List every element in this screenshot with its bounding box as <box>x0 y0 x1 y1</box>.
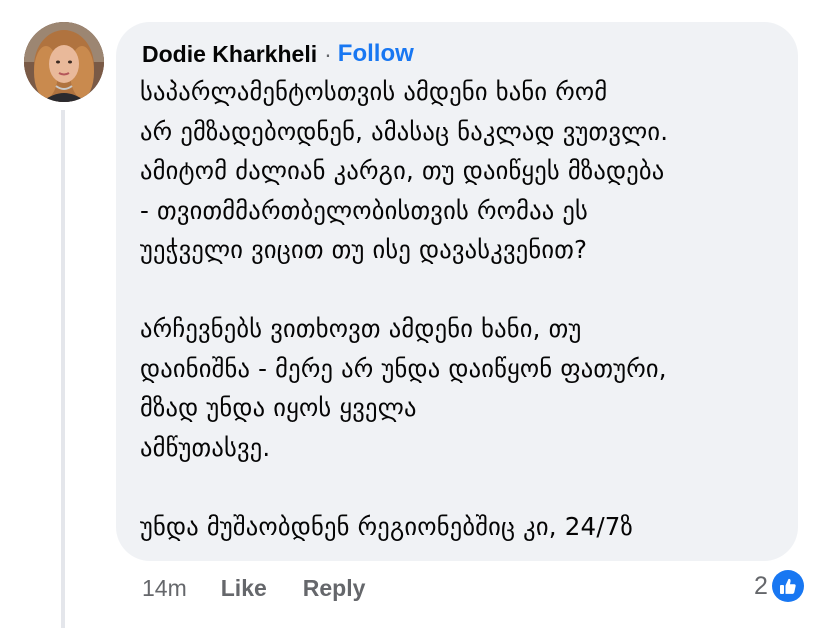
comment-line: დაინიშნა - მერე არ უნდა დაიწყონ ფათური, <box>140 353 667 383</box>
reaction-count: 2 <box>754 571 768 600</box>
like-thumb-icon <box>771 570 804 602</box>
comment-line: არ ემზადებოდნენ, ამასაც ნაკლად ვუთვლი. <box>140 116 669 146</box>
comment-line: უეჭველი ვიცით თუ ისე დავასკვენით? <box>140 235 588 264</box>
avatar[interactable] <box>24 22 104 102</box>
comment-line: არჩევნებს ვითხოვთ ამდენი ხანი, თუ <box>140 314 582 343</box>
comment-line: მზად უნდა იყოს ყველა <box>140 393 417 422</box>
comment-timestamp[interactable]: 14m <box>142 575 187 602</box>
comment-actions: 14m Like Reply <box>142 572 365 604</box>
comment-body: საპარლამენტოსთვის ამდენი ხანი რომ არ ემზ… <box>140 72 790 546</box>
comment-line: ამწუთასვე. <box>140 432 271 462</box>
reply-button[interactable]: Reply <box>303 575 366 602</box>
author-name[interactable]: Dodie Kharkheli <box>142 41 317 68</box>
avatar-photo <box>24 22 104 102</box>
header-separator: · <box>324 40 332 67</box>
comment-line: საპარლამენტოსთვის ამდენი ხანი რომ <box>140 77 608 106</box>
comment-header: Dodie Kharkheli · Follow <box>142 38 414 70</box>
comment-line: ამიტომ ძალიან კარგი, თუ დაიწყეს მზადება <box>140 156 665 185</box>
reply-thread-line <box>61 110 65 628</box>
comment-line: - თვითმმართბელობისთვის რომაა ეს <box>140 195 589 225</box>
comment-line: უნდა მუშაობდნენ რეგიონებშიც კი, 24/7ზ <box>140 511 634 541</box>
like-button[interactable]: Like <box>221 575 267 602</box>
follow-button[interactable]: Follow <box>338 40 414 68</box>
reaction-summary[interactable]: 2 <box>754 568 804 604</box>
